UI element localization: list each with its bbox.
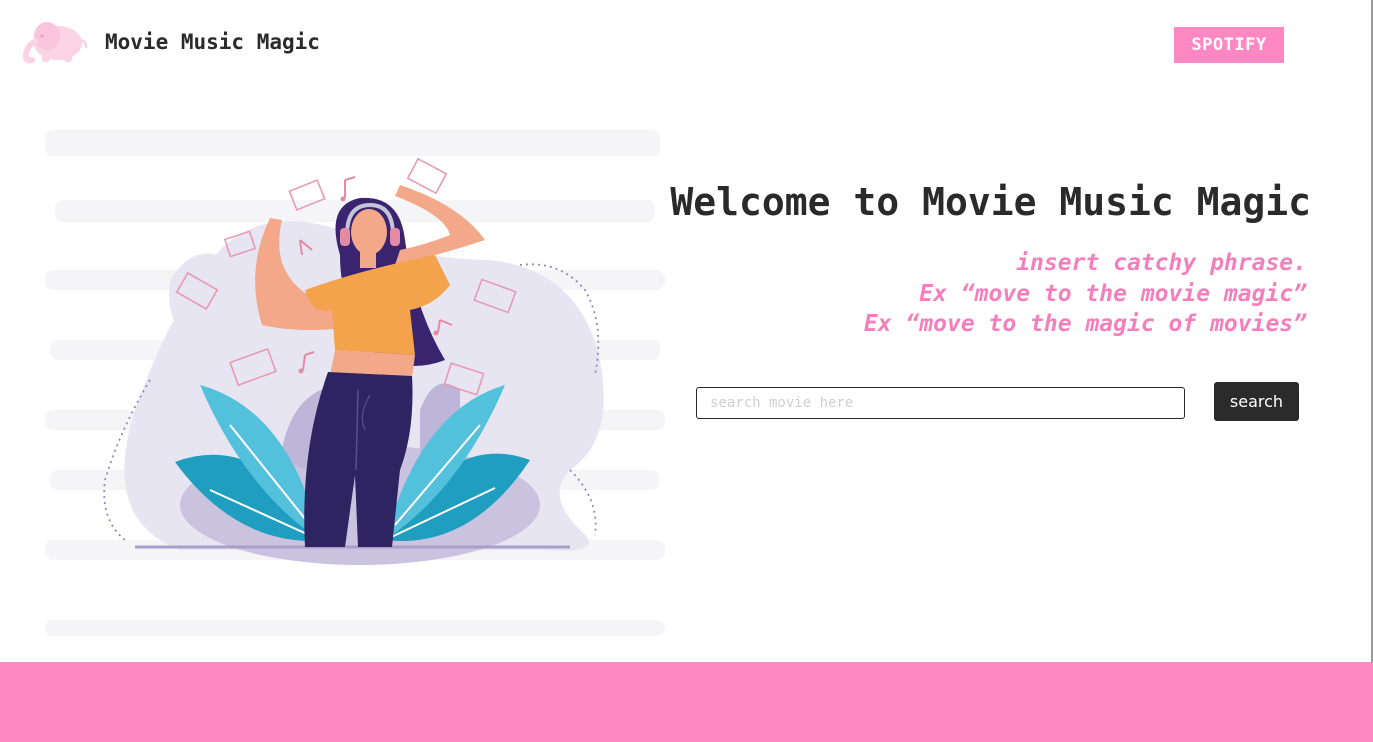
dancing-woman-illustration (45, 130, 665, 636)
search-button[interactable]: search (1214, 382, 1299, 421)
tagline-line: insert catchy phrase. (1016, 250, 1307, 276)
hero-title: Welcome to Movie Music Magic (670, 180, 1311, 224)
search-input[interactable] (696, 387, 1185, 419)
footer-bar (0, 662, 1373, 742)
elephant-logo-icon[interactable] (20, 16, 90, 64)
spotify-button[interactable]: SPOTIFY (1174, 27, 1284, 63)
brand-title[interactable]: Movie Music Magic (105, 30, 320, 54)
tagline: insert catchy phrase. Ex “move to the mo… (864, 248, 1307, 340)
tagline-line: Ex “move to the movie magic” (919, 280, 1307, 307)
tagline-line: Ex “move to the magic of movies” (863, 311, 1307, 337)
